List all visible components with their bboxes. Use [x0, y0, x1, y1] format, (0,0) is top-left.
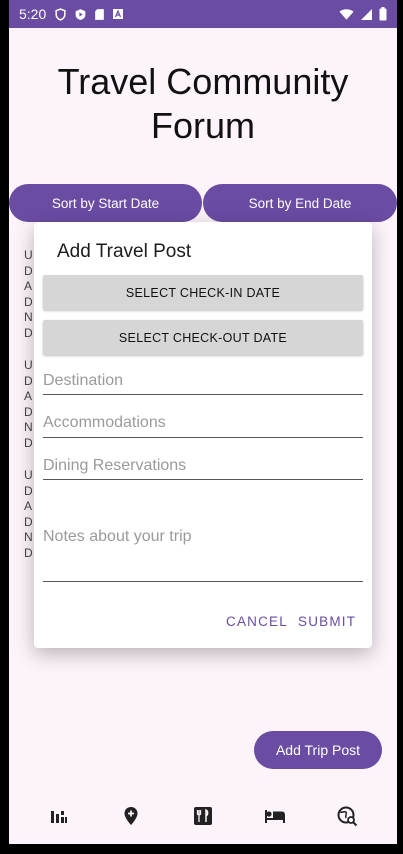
nav-explore[interactable]	[335, 804, 359, 828]
app-screen: 5:20 Travel Community Forum Sort by Star…	[9, 0, 397, 854]
leaderboard-icon	[51, 811, 67, 823]
gesture-bar	[9, 844, 397, 854]
text-a-icon	[113, 9, 124, 19]
restaurant-menu-icon	[194, 807, 212, 825]
battery-icon	[379, 7, 387, 21]
nav-leaderboard[interactable]	[47, 804, 71, 828]
device-frame: 5:20 Travel Community Forum Sort by Star…	[0, 0, 403, 854]
select-check-out-date-button[interactable]: SELECT CHECK-OUT DATE	[43, 320, 363, 355]
add-trip-post-button[interactable]: Add Trip Post	[254, 731, 382, 769]
sd-card-icon	[95, 8, 105, 20]
trip-notes-input[interactable]	[43, 528, 363, 578]
play-protect-icon	[75, 8, 86, 20]
nav-restaurants[interactable]	[191, 804, 215, 828]
sort-by-start-date-button[interactable]: Sort by Start Date	[9, 184, 202, 222]
status-time: 5:20	[19, 6, 47, 22]
dialog-title: Add Travel Post	[57, 241, 192, 262]
destination-input[interactable]	[43, 372, 363, 390]
notes-field-container	[43, 528, 363, 582]
select-check-in-date-button[interactable]: SELECT CHECK-IN DATE	[43, 275, 363, 310]
status-bar: 5:20	[9, 0, 397, 28]
bottom-navigation	[9, 788, 397, 844]
nav-hotels[interactable]	[263, 804, 287, 828]
nav-add-location[interactable]	[119, 804, 143, 828]
destination-field-container	[43, 372, 363, 395]
accommodations-field-container	[43, 414, 363, 438]
dining-reservations-input[interactable]	[43, 457, 363, 475]
cell-signal-icon	[361, 8, 372, 20]
shield-icon	[55, 7, 66, 21]
travel-explore-icon	[337, 806, 357, 826]
page-title: Travel Community Forum	[57, 61, 349, 146]
add-travel-post-dialog: Add Travel Post SELECT CHECK-IN DATE SEL…	[34, 222, 372, 648]
cancel-button[interactable]: CANCEL	[226, 614, 288, 629]
hotel-bed-icon	[265, 810, 285, 823]
accommodations-input[interactable]	[43, 414, 363, 432]
add-location-icon	[124, 807, 138, 825]
sort-by-end-date-button[interactable]: Sort by End Date	[203, 184, 397, 222]
wifi-icon	[339, 8, 354, 20]
submit-button[interactable]: SUBMIT	[298, 614, 356, 629]
dining-reservations-field-container	[43, 457, 363, 480]
